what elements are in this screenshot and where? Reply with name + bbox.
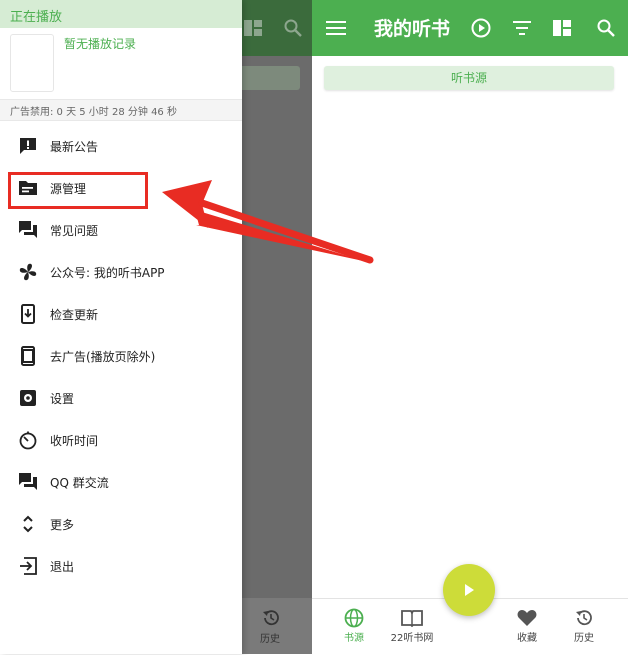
cover-placeholder[interactable] (10, 34, 54, 92)
update-phone-icon (16, 302, 40, 326)
phone-icon (16, 344, 40, 368)
faq-chat-icon (16, 218, 40, 242)
menu-item-listen-time[interactable]: 收听时间 (0, 419, 242, 461)
menu-item-label: QQ 群交流 (50, 475, 109, 490)
settings-icon (16, 386, 40, 410)
no-record-text: 暂无播放记录 (64, 37, 137, 51)
ad-disabled-strip: 广告禁用: 0 天 5 小时 28 分钟 46 秒 (0, 99, 242, 121)
now-playing-label: 正在播放 (10, 10, 63, 25)
annotation-arrow (162, 180, 374, 264)
search-icon (284, 19, 302, 37)
menu-item-remove-ads[interactable]: 去广告(播放页除外) (0, 335, 242, 377)
heart-icon (497, 607, 557, 629)
chat-icon (16, 470, 40, 494)
book-icon (382, 607, 442, 629)
nav-label: 22听书网 (390, 633, 434, 644)
exit-icon (16, 554, 40, 578)
source-chip[interactable]: 听书源 (324, 66, 614, 90)
nav-item-sources[interactable]: 书源 (324, 607, 384, 644)
now-playing-header: 正在播放 (0, 0, 242, 28)
pinwheel-icon (16, 260, 40, 284)
ad-status-text: 广告禁用: 0 天 5 小时 28 分钟 46 秒 (10, 107, 177, 118)
nav-item-favorites[interactable]: 收藏 (497, 607, 557, 644)
nav-label: 书源 (344, 633, 364, 644)
menu-item-settings[interactable]: 设置 (0, 377, 242, 419)
history-icon (263, 610, 279, 626)
nav-item-22tingshu[interactable]: 22听书网 (382, 607, 442, 644)
main-content (312, 0, 628, 654)
nav-item-history[interactable]: 历史 (554, 607, 614, 644)
timer-icon (16, 428, 40, 452)
menu-item-more[interactable]: 更多 (0, 503, 242, 545)
menu-item-check-update[interactable]: 检查更新 (0, 293, 242, 335)
menu-item-label: 常见问题 (50, 223, 99, 238)
view-layout-icon (244, 20, 262, 36)
menu-item-label: 最新公告 (50, 139, 99, 154)
menu-item-label: 去广告(播放页除外) (50, 349, 156, 364)
nav-label: 收藏 (517, 633, 537, 644)
app-bar: 我的听书 (312, 0, 628, 56)
search-icon[interactable] (594, 16, 618, 40)
page-title: 我的听书 (374, 18, 451, 40)
menu-item-label: 退出 (50, 559, 75, 574)
dimmed-bottom-nav: 历史 (242, 598, 312, 654)
play-fab[interactable] (443, 564, 495, 616)
globe-icon (324, 607, 384, 629)
dimmed-app-bar (242, 0, 312, 56)
view-layout-icon[interactable] (550, 16, 574, 40)
dimmed-chip (242, 66, 300, 90)
play-circle-icon[interactable] (469, 16, 493, 40)
menu-item-label: 收听时间 (50, 433, 99, 448)
menu-item-label: 更多 (50, 517, 75, 532)
menu-item-label: 设置 (50, 391, 75, 406)
menu-item-qq-group[interactable]: QQ 群交流 (0, 461, 242, 503)
menu-icon[interactable] (324, 16, 348, 40)
nav-label: 历史 (260, 634, 280, 645)
expand-icon (16, 512, 40, 536)
menu-item-label: 检查更新 (50, 307, 99, 322)
history-icon (554, 607, 614, 629)
annotation-highlight-box (8, 172, 148, 209)
nav-label: 历史 (574, 633, 594, 644)
scrim-overlay[interactable] (242, 0, 312, 654)
announcement-icon (16, 134, 40, 158)
menu-item-label: 公众号: 我的听书APP (50, 265, 165, 280)
menu-item-exit[interactable]: 退出 (0, 545, 242, 587)
filter-icon[interactable] (510, 16, 534, 40)
menu-item-announcement[interactable]: 最新公告 (0, 125, 242, 167)
play-icon (465, 584, 474, 596)
